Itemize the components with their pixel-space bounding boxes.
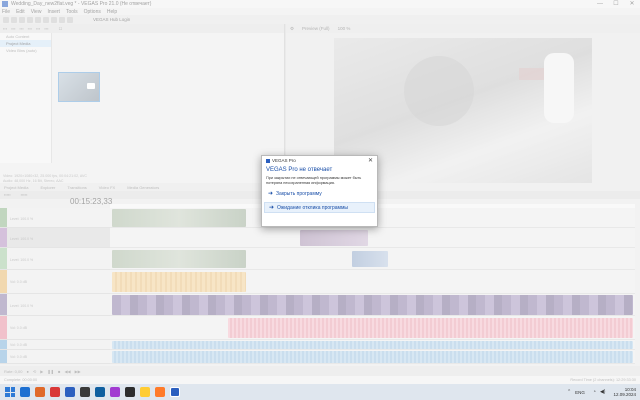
not-responding-dialog: VEGAS Pro ✕ VEGAS Pro не отвечает При за… [261,155,378,227]
windows-taskbar: ⌃ ENG ◔ ◀) 10:04 12.09.2024 [0,384,640,400]
dialog-heading: VEGAS Pro не отвечает [266,167,333,173]
taskbar-app-icon[interactable] [155,387,165,397]
taskbar-app-icon[interactable] [95,387,105,397]
wifi-icon[interactable]: ◔ [593,389,596,395]
opera-icon[interactable] [50,387,60,397]
dialog-message: При закрытии не отвечающей программы мож… [266,176,362,185]
system-tray: ⌃ ENG ◔ ◀) 10:04 12.09.2024 [567,384,636,400]
dialog-title-bar: VEGAS Pro ✕ [262,156,377,165]
language-indicator[interactable]: ENG [575,390,585,395]
close-icon[interactable]: ✕ [368,157,373,164]
clock-date: 12.09.2024 [613,392,636,397]
dialog-title: VEGAS Pro [272,158,296,163]
arrow-right-icon: ➜ [268,191,274,198]
taskbar-app-icon[interactable] [80,387,90,397]
taskbar-app-icon[interactable] [110,387,120,397]
clock[interactable]: 10:04 12.09.2024 [613,387,636,397]
taskbar-app-icon[interactable] [35,387,45,397]
wait-for-program-button[interactable]: ➜ Ожидание отклика программы [264,202,375,214]
volume-icon[interactable]: ◀) [600,389,606,395]
file-explorer-icon[interactable] [140,387,150,397]
app-icon [266,158,270,163]
taskbar-app-icon[interactable] [125,387,135,397]
close-program-label: Закрыть программу [276,190,322,197]
taskbar-app-icon[interactable] [65,387,75,397]
vegas-pro-icon[interactable] [170,387,180,397]
windows-start-icon[interactable] [5,387,15,397]
close-program-button[interactable]: ➜ Закрыть программу [264,188,375,199]
chevron-up-icon[interactable]: ⌃ [567,389,571,395]
arrow-right-icon: ➜ [269,205,275,212]
taskbar-app-icon[interactable] [20,387,30,397]
wait-program-label: Ожидание отклика программы [277,204,348,211]
